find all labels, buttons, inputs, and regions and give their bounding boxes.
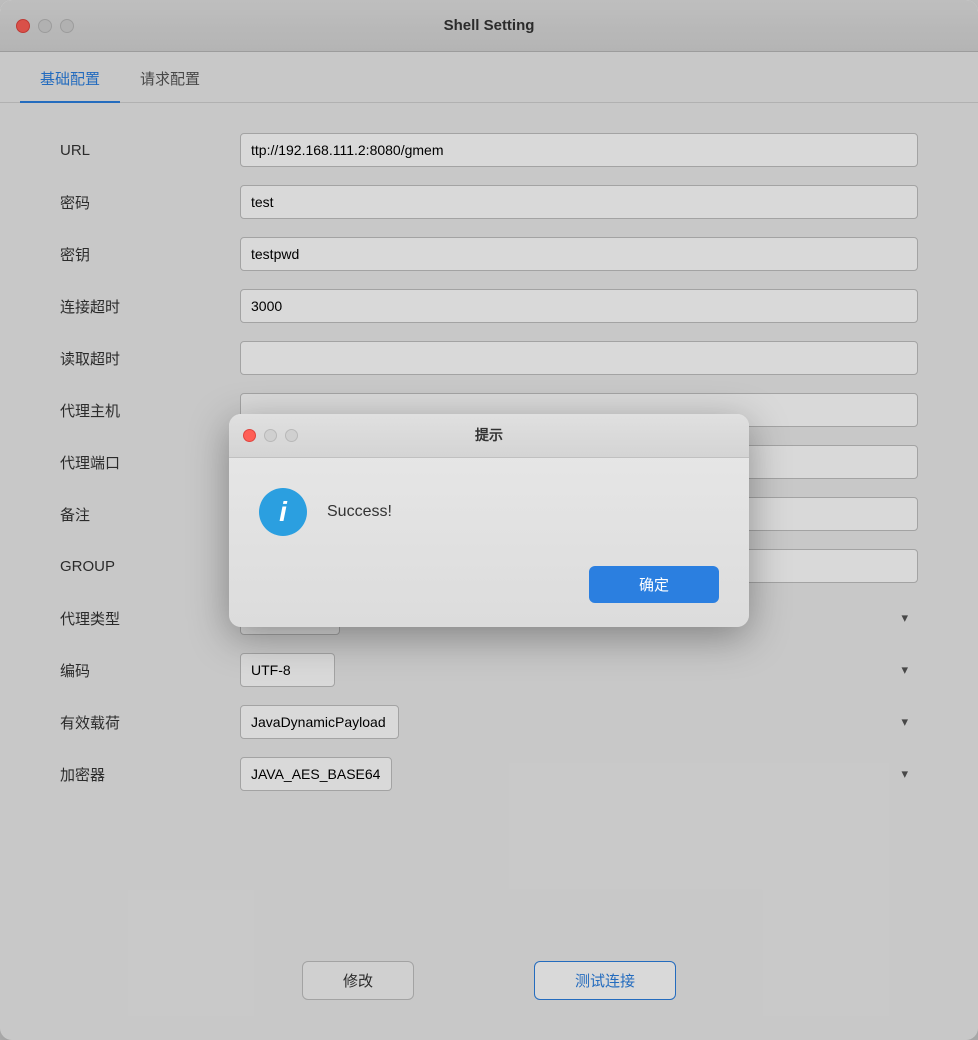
modal-titlebar: 提示 [229, 414, 749, 458]
modal-traffic-lights [243, 429, 298, 442]
modal-overlay: 提示 i Success! 确定 [0, 0, 978, 1040]
modal-footer: 确定 [229, 556, 749, 627]
modal-title: 提示 [475, 425, 503, 445]
modal-message: Success! [327, 503, 392, 521]
modal-minimize-button[interactable] [264, 429, 277, 442]
modal-close-button[interactable] [243, 429, 256, 442]
modal-body: i Success! [229, 458, 749, 556]
modal-dialog: 提示 i Success! 确定 [229, 414, 749, 627]
info-icon: i [259, 488, 307, 536]
modal-maximize-button[interactable] [285, 429, 298, 442]
modal-confirm-button[interactable]: 确定 [589, 566, 719, 603]
main-window: Shell Setting 基础配置 请求配置 URL 密码 密钥 连接超时 [0, 0, 978, 1040]
